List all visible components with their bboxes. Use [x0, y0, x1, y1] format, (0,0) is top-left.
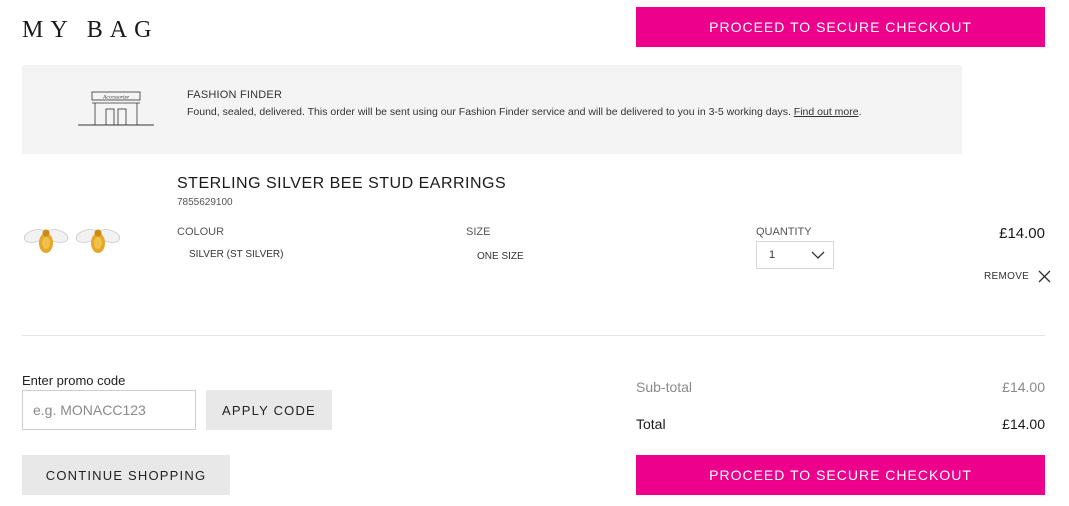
bee-earring-right: [75, 229, 121, 253]
total-value: £14.00: [1002, 416, 1045, 432]
checkout-button-bottom[interactable]: PROCEED TO SECURE CHECKOUT: [636, 455, 1045, 495]
chevron-down-icon: [811, 251, 825, 259]
quantity-label: QUANTITY: [756, 226, 812, 238]
checkout-button-top[interactable]: PROCEED TO SECURE CHECKOUT: [636, 7, 1045, 47]
quantity-value: 1: [769, 249, 776, 261]
continue-shopping-button[interactable]: CONTINUE SHOPPING: [22, 455, 230, 495]
product-code: 7855629100: [177, 197, 233, 208]
page-title: MY BAG: [22, 17, 159, 43]
bee-earring-left: [23, 229, 69, 253]
promo-code-input[interactable]: [22, 390, 196, 430]
fashion-finder-text: Found, sealed, delivered. This order wil…: [187, 106, 791, 118]
find-out-more-link[interactable]: Find out more: [794, 106, 859, 118]
product-name[interactable]: STERLING SILVER BEE STUD EARRINGS: [177, 175, 506, 193]
subtotal-value: £14.00: [1002, 379, 1045, 395]
item-price: £14.00: [999, 225, 1045, 242]
divider: [22, 335, 1045, 336]
fashion-finder-description: Found, sealed, delivered. This order wil…: [187, 106, 862, 118]
remove-button[interactable]: REMOVE: [984, 270, 1051, 283]
subtotal-label: Sub-total: [636, 379, 693, 395]
colour-label: COLOUR: [177, 226, 225, 238]
bag-page: MY BAG PROCEED TO SECURE CHECKOUT Access…: [0, 0, 1069, 506]
close-icon: [1038, 270, 1051, 283]
colour-value: SILVER (ST SILVER): [189, 249, 284, 260]
promo-label: Enter promo code: [22, 373, 126, 388]
fashion-finder-title: FASHION FINDER: [187, 89, 283, 101]
total-label: Total: [636, 416, 666, 432]
store-front-icon: Accessorize: [78, 91, 154, 126]
apply-code-button[interactable]: APPLY CODE: [206, 390, 332, 430]
size-label: SIZE: [466, 226, 491, 238]
remove-label: REMOVE: [984, 271, 1030, 282]
product-image[interactable]: [22, 221, 126, 259]
logo-lettering: Accessorize: [102, 95, 130, 101]
fashion-finder-banner: Accessorize FASHION FINDER Found, sealed…: [22, 65, 962, 154]
size-value: ONE SIZE: [477, 251, 524, 262]
quantity-select[interactable]: 1: [756, 241, 834, 269]
